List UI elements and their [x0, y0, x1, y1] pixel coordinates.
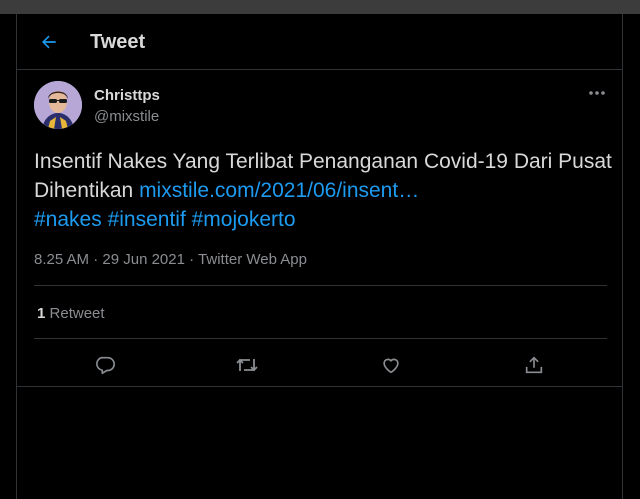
retweet-count: 1 — [37, 305, 46, 322]
divider — [34, 285, 607, 286]
hashtag-mojokerto[interactable]: #mojokerto — [192, 208, 296, 231]
tweet-date[interactable]: 29 Jun 2021 — [102, 251, 185, 268]
like-button[interactable] — [378, 352, 404, 378]
reply-icon — [96, 356, 115, 375]
retweet-label: Retweet — [49, 305, 105, 322]
tweet-time[interactable]: 8.25 AM — [34, 251, 89, 268]
avatar[interactable] — [34, 81, 82, 129]
tweet-source[interactable]: Twitter Web App — [198, 251, 307, 268]
avatar-image — [34, 81, 82, 129]
tweet-text: Insentif Nakes Yang Terlibat Penanganan … — [34, 147, 614, 234]
retweet-stats[interactable]: 1 Retweet — [37, 305, 105, 322]
page-title: Tweet — [90, 31, 146, 53]
share-button[interactable] — [521, 352, 547, 378]
more-button[interactable] — [585, 84, 609, 102]
hashtag-nakes[interactable]: #nakes — [34, 208, 102, 231]
hashtag-insentif[interactable]: #insentif — [108, 208, 186, 231]
window-top-bar — [0, 0, 640, 14]
tweet-column: Tweet Christtps @mixstile Insentif Nakes… — [16, 14, 623, 499]
retweet-icon — [236, 358, 258, 372]
tweet-link[interactable]: mixstile.com/2021/06/insent… — [139, 179, 419, 202]
reply-button[interactable] — [92, 352, 118, 378]
divider — [34, 338, 607, 339]
back-button[interactable] — [35, 28, 63, 56]
share-icon — [525, 356, 543, 374]
like-icon — [383, 358, 399, 374]
more-icon — [589, 91, 605, 95]
tweet-meta: 8.25 AM · 29 Jun 2021 · Twitter Web App — [34, 251, 307, 268]
back-arrow-icon — [42, 35, 56, 49]
retweet-button[interactable] — [234, 352, 260, 378]
section-bottom-border — [17, 386, 622, 387]
user-handle[interactable]: @mixstile — [94, 108, 159, 125]
display-name[interactable]: Christtps — [94, 87, 160, 104]
page-header: Tweet — [17, 14, 622, 70]
